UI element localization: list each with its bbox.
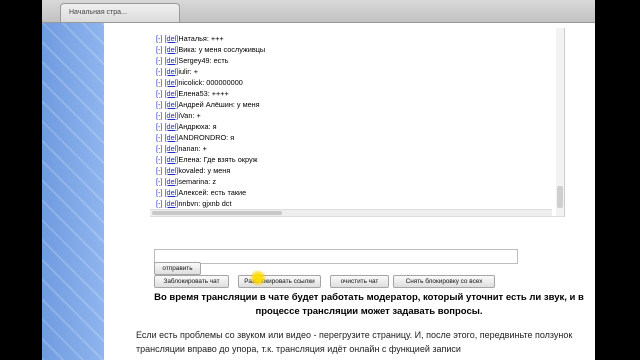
chat-message: [-] [del]nanan: + bbox=[156, 144, 207, 154]
scroll-thumb[interactable] bbox=[152, 211, 282, 215]
remove-message-link[interactable]: [-] bbox=[156, 133, 163, 142]
mouse-cursor-highlight bbox=[250, 270, 266, 286]
remove-message-link[interactable]: [-] bbox=[156, 45, 163, 54]
chat-message: [-] [del]Андрюха: я bbox=[156, 122, 217, 132]
clear-chat-button[interactable]: очистить чат bbox=[330, 275, 389, 288]
remove-message-link[interactable]: [-] bbox=[156, 111, 163, 120]
page-content: [-] [del]Наталья: +++ [-] [del]Вика: у ме… bbox=[104, 23, 595, 360]
block-chat-button[interactable]: Заблокировать чат bbox=[154, 275, 229, 288]
message-text: nnbvn: gjxnb dct bbox=[178, 199, 232, 208]
remove-message-link[interactable]: [-] bbox=[156, 100, 163, 109]
delete-message-link[interactable]: [del] bbox=[165, 89, 179, 98]
message-text: Наталья: +++ bbox=[178, 34, 224, 43]
chat-message: [-] [del]Наталья: +++ bbox=[156, 34, 224, 44]
message-text: semarina: z bbox=[178, 177, 217, 186]
message-text: nicolick: 000000000 bbox=[178, 78, 243, 87]
browser-window: Начальная стра... [-] [del]Наталья: +++[… bbox=[42, 0, 595, 360]
delete-message-link[interactable]: [del] bbox=[165, 78, 179, 87]
delete-message-link[interactable]: [del] bbox=[165, 45, 179, 54]
remove-message-link[interactable]: [-] bbox=[156, 188, 163, 197]
help-paragraph: Если есть проблемы со звуком или видео -… bbox=[136, 330, 573, 354]
remove-message-link[interactable]: [-] bbox=[156, 177, 163, 186]
left-decorative-panel bbox=[42, 23, 104, 360]
chat-message: [-] [del]nnbvn: gjxnb dct bbox=[156, 199, 231, 209]
delete-message-link[interactable]: [del] bbox=[165, 199, 179, 208]
delete-message-link[interactable]: [del] bbox=[165, 100, 179, 109]
remove-message-link[interactable]: [-] bbox=[156, 166, 163, 175]
panel-pattern bbox=[42, 23, 104, 360]
remove-message-link[interactable]: [-] bbox=[156, 155, 163, 164]
chat-message: [-] [del]Елена53: ++++ bbox=[156, 89, 229, 99]
delete-message-link[interactable]: [del] bbox=[165, 122, 179, 131]
tab-home[interactable]: Начальная стра... bbox=[60, 3, 180, 22]
message-text: Елена: Где взять окруж bbox=[178, 155, 258, 164]
message-text: nanan: + bbox=[178, 144, 207, 153]
delete-message-link[interactable]: [del] bbox=[165, 34, 179, 43]
delete-message-link[interactable]: [del] bbox=[165, 177, 179, 186]
chat-message: [-] [del]iulir: + bbox=[156, 67, 198, 77]
chat-vertical-scrollbar[interactable] bbox=[556, 28, 564, 216]
chat-message: [-] [del]Андрей Алёшин: у меня bbox=[156, 100, 260, 110]
chat-log[interactable]: [-] [del]Наталья: +++ [-] [del]Вика: у ме… bbox=[150, 28, 565, 217]
delete-message-link[interactable]: [del] bbox=[165, 56, 179, 65]
delete-message-link[interactable]: [del] bbox=[165, 67, 179, 76]
chat-message: [-] [del]nicolick: 000000000 bbox=[156, 78, 243, 88]
remove-message-link[interactable]: [-] bbox=[156, 56, 163, 65]
chat-message: [-] [del]iVan: + bbox=[156, 111, 201, 121]
message-text: iulir: + bbox=[178, 67, 198, 76]
chat-message: [-] [del]semarina: z bbox=[156, 177, 216, 187]
chat-message: [-] [del]Sergey49: есть bbox=[156, 56, 228, 66]
message-text: Елена53: ++++ bbox=[178, 89, 229, 98]
message-text: Вика: у меня сослуживцы bbox=[178, 45, 266, 54]
remove-message-link[interactable]: [-] bbox=[156, 122, 163, 131]
remove-message-link[interactable]: [-] bbox=[156, 34, 163, 43]
chat-message-input[interactable] bbox=[154, 249, 518, 264]
delete-message-link[interactable]: [del] bbox=[165, 133, 179, 142]
remove-block-all-button[interactable]: Снять блокировку со всех bbox=[393, 275, 495, 288]
message-text: Sergey49: есть bbox=[178, 56, 229, 65]
chat-message: [-] [del]Елена: Где взять окруж bbox=[156, 155, 258, 165]
scroll-thumb[interactable] bbox=[557, 186, 563, 208]
tab-bar: Начальная стра... bbox=[42, 0, 595, 23]
delete-message-link[interactable]: [del] bbox=[165, 166, 179, 175]
moderator-notice: Во время трансляции в чате будет работат… bbox=[154, 292, 584, 317]
message-text: Андрей Алёшин: у меня bbox=[178, 100, 260, 109]
chat-message: [-] [del]Вика: у меня сослуживцы bbox=[156, 45, 265, 55]
remove-message-link[interactable]: [-] bbox=[156, 144, 163, 153]
message-text: Андрюха: я bbox=[178, 122, 217, 131]
delete-message-link[interactable]: [del] bbox=[165, 144, 179, 153]
delete-message-link[interactable]: [del] bbox=[165, 155, 179, 164]
remove-message-link[interactable]: [-] bbox=[156, 67, 163, 76]
remove-message-link[interactable]: [-] bbox=[156, 89, 163, 98]
message-text: ANDRONDRO: я bbox=[178, 133, 235, 142]
message-text: Алексей: есть такие bbox=[178, 188, 247, 197]
chat-message: [-] [del]Алексей: есть такие bbox=[156, 188, 246, 198]
chat-message: [-] [del]ANDRONDRO: я bbox=[156, 133, 234, 143]
message-text: kovaled: у меня bbox=[178, 166, 231, 175]
remove-message-link[interactable]: [-] bbox=[156, 78, 163, 87]
remove-message-link[interactable]: [-] bbox=[156, 199, 163, 208]
delete-message-link[interactable]: [del] bbox=[165, 188, 179, 197]
delete-message-link[interactable]: [del] bbox=[165, 111, 179, 120]
message-text: iVan: + bbox=[178, 111, 201, 120]
send-button[interactable]: отправить bbox=[154, 262, 201, 275]
chat-message: [-] [del]kovaled: у меня bbox=[156, 166, 230, 176]
chat-horizontal-scrollbar[interactable] bbox=[150, 209, 552, 216]
